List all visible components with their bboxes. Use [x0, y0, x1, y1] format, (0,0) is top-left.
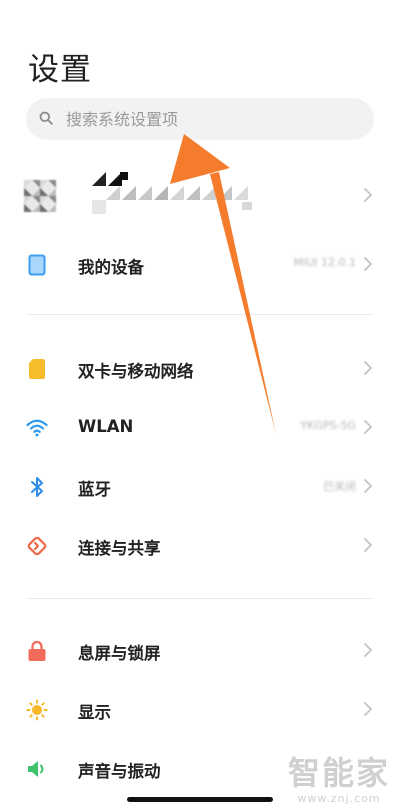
settings-item-label: 息屏与锁屏 — [78, 644, 161, 663]
settings-item-label: 蓝牙 — [78, 480, 111, 499]
section-divider — [26, 598, 374, 599]
settings-item-wlan[interactable]: WLAN YKGPS-5G — [0, 404, 400, 452]
chevron-right-icon — [364, 643, 372, 657]
settings-item-display[interactable]: 显示 — [0, 686, 400, 734]
settings-item-label: WLAN — [78, 417, 134, 436]
account-name-mosaic — [92, 172, 252, 214]
search-icon — [39, 111, 53, 125]
watermark-url: www.znj.com — [297, 792, 381, 805]
lock-icon — [26, 640, 48, 662]
settings-item-label: 连接与共享 — [78, 539, 161, 558]
home-indicator[interactable] — [127, 797, 273, 802]
settings-item-lock-screen[interactable]: 息屏与锁屏 — [0, 627, 400, 675]
share-icon — [26, 535, 48, 557]
chevron-right-icon — [364, 257, 372, 271]
watermark-logo-text: 智能家 — [287, 754, 390, 792]
bluetooth-icon — [26, 476, 48, 498]
tablet-icon — [26, 254, 48, 276]
settings-item-value: 已关闭 — [323, 480, 356, 493]
search-bar[interactable] — [26, 98, 374, 140]
sun-icon — [26, 699, 48, 721]
sim-card-icon — [26, 358, 48, 380]
account-row[interactable] — [0, 170, 400, 224]
chevron-right-icon — [364, 538, 372, 552]
wifi-icon — [26, 417, 48, 439]
chevron-right-icon — [364, 188, 372, 202]
settings-item-bluetooth[interactable]: 蓝牙 已关闭 — [0, 463, 400, 511]
settings-item-value: YKGPS-5G — [300, 419, 356, 432]
watermark: 智能家 www.znj.com — [288, 748, 390, 805]
settings-item-connection-sharing[interactable]: 连接与共享 — [0, 522, 400, 570]
settings-item-label: 我的设备 — [78, 258, 144, 277]
settings-item-label: 双卡与移动网络 — [78, 362, 194, 381]
section-divider — [26, 314, 374, 315]
search-input[interactable] — [66, 98, 356, 140]
settings-item-dual-sim[interactable]: 双卡与移动网络 — [0, 345, 400, 393]
settings-item-my-device[interactable]: 我的设备 MIUI 12.0.1 — [0, 241, 400, 289]
settings-item-value: MIUI 12.0.1 — [293, 256, 356, 269]
settings-item-label: 声音与振动 — [78, 762, 161, 781]
speaker-icon — [26, 758, 48, 780]
chevron-right-icon — [364, 702, 372, 716]
avatar — [24, 180, 56, 212]
chevron-right-icon — [364, 479, 372, 493]
chevron-right-icon — [364, 420, 372, 434]
page-title: 设置 — [28, 52, 92, 88]
chevron-right-icon — [364, 361, 372, 375]
settings-item-label: 显示 — [78, 703, 111, 722]
